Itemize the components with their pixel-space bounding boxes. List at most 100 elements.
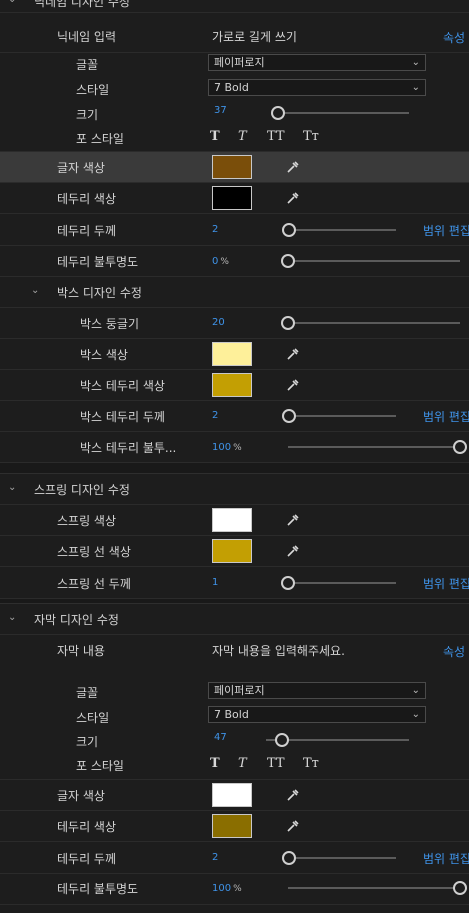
range-edit-link[interactable]: 범위 편집 (423, 222, 469, 239)
border-width-slider-handle[interactable] (282, 851, 296, 865)
box-border-width-slider-handle[interactable] (282, 409, 296, 423)
spring-line-width-slider-track[interactable] (286, 582, 396, 584)
box-border-opacity-label: 박스 테두리 불투... (80, 441, 177, 455)
smallcaps-style-button[interactable]: Tт (303, 756, 319, 771)
eyedropper-icon[interactable] (286, 191, 300, 205)
chevron-down-icon: ⌄ (411, 57, 420, 68)
eyedropper-icon[interactable] (286, 378, 300, 392)
style-select[interactable]: 7 Bold ⌄ (208, 706, 426, 723)
box-color-label: 박스 색상 (80, 348, 128, 362)
border-color-swatch[interactable] (212, 814, 252, 838)
nickname-section-title: 닉네임 디자인 수정 (34, 0, 130, 9)
font-select[interactable]: 페이퍼로지 ⌄ (208, 54, 426, 71)
eyedropper-icon[interactable] (286, 544, 300, 558)
spring-line-width-label: 스프링 선 두께 (57, 577, 131, 591)
range-edit-link[interactable]: 범위 편집 (423, 408, 469, 425)
range-edit-link[interactable]: 범위 편집 (423, 850, 469, 867)
caption-content-label: 자막 내용 (57, 644, 105, 658)
box-color-swatch[interactable] (212, 342, 252, 366)
box-section-header[interactable]: ⌄ 박스 디자인 수정 (0, 277, 469, 308)
chevron-down-icon[interactable]: ⌄ (8, 482, 16, 493)
eyedropper-icon[interactable] (286, 819, 300, 833)
bold-style-button[interactable]: T (210, 756, 220, 771)
nickname-input-field[interactable]: 가로로 길게 쓰기 (212, 28, 297, 45)
caption-content-field[interactable]: 자막 내용을 입력해주세요. (212, 642, 345, 659)
eyedropper-icon[interactable] (286, 160, 300, 174)
box-radius-slider-track[interactable] (286, 322, 460, 324)
border-opacity-value[interactable]: 100% (212, 883, 242, 894)
chevron-down-icon[interactable]: ⌄ (31, 285, 39, 296)
border-color-swatch[interactable] (212, 186, 252, 210)
box-radius-label: 박스 둥글기 (80, 317, 140, 331)
allcaps-style-button[interactable]: TT (267, 756, 285, 771)
border-opacity-slider-handle[interactable] (281, 254, 295, 268)
box-border-opacity-value[interactable]: 100% (212, 442, 242, 453)
size-slider-handle[interactable] (275, 733, 289, 747)
style-label: 스타일 (76, 711, 110, 725)
caption-text-color-row: 글자 색상 (0, 780, 469, 811)
box-radius-row: 박스 둥글기 20 (0, 308, 469, 339)
box-color-row: 박스 색상 (0, 339, 469, 370)
box-border-width-label: 박스 테두리 두께 (80, 410, 165, 424)
section-divider (0, 463, 469, 474)
size-value[interactable]: 47 (214, 732, 227, 743)
box-border-opacity-slider-track[interactable] (288, 446, 458, 448)
nickname-section-header[interactable]: ⌄ 닉네임 디자인 수정 (0, 0, 469, 13)
bold-style-button[interactable]: T (210, 129, 220, 144)
border-width-slider-track[interactable] (286, 229, 396, 231)
range-edit-link[interactable]: 범위 편집 (423, 575, 469, 592)
spring-line-color-label: 스프링 선 색상 (57, 545, 131, 559)
caption-border-color-row: 테두리 색상 (0, 811, 469, 842)
caption-border-opacity-row: 테두리 불투명도 100% (0, 874, 469, 905)
chevron-down-icon[interactable]: ⌄ (8, 612, 16, 623)
size-slider-track[interactable] (272, 112, 409, 114)
chevron-down-icon: ⌄ (411, 685, 420, 696)
box-border-width-value[interactable]: 2 (212, 410, 218, 421)
nickname-attr-link[interactable]: 속성 (443, 29, 465, 46)
box-border-color-swatch[interactable] (212, 373, 252, 397)
border-color-label: 테두리 색상 (57, 192, 117, 206)
spring-line-color-swatch[interactable] (212, 539, 252, 563)
border-opacity-slider-track[interactable] (286, 260, 460, 262)
border-width-label: 테두리 두께 (57, 224, 117, 238)
spring-line-width-value[interactable]: 1 (212, 577, 218, 588)
box-border-color-row: 박스 테두리 색상 (0, 370, 469, 401)
chevron-down-icon[interactable]: ⌄ (8, 0, 16, 5)
text-color-swatch[interactable] (212, 155, 252, 179)
size-value[interactable]: 37 (214, 105, 227, 116)
spring-color-swatch[interactable] (212, 508, 252, 532)
smallcaps-style-button[interactable]: Tт (303, 129, 319, 144)
caption-attr-link[interactable]: 속성 (443, 643, 465, 660)
caption-section-header[interactable]: ⌄ 자막 디자인 수정 (0, 604, 469, 635)
border-width-slider-handle[interactable] (282, 223, 296, 237)
box-radius-slider-handle[interactable] (281, 316, 295, 330)
border-width-value[interactable]: 2 (212, 224, 218, 235)
border-opacity-slider-handle[interactable] (453, 881, 467, 895)
box-border-opacity-slider-handle[interactable] (453, 440, 467, 454)
spring-section-header[interactable]: ⌄ 스프링 디자인 수정 (0, 474, 469, 505)
nickname-font-group: 글꼴 페이퍼로지 ⌄ 스타일 7 Bold ⌄ 크기 37 포 스타일 T T … (0, 52, 469, 152)
box-border-width-slider-track[interactable] (286, 415, 396, 417)
size-slider-handle[interactable] (271, 106, 285, 120)
caption-font-group: 글꼴 페이퍼로지 ⌄ 스타일 7 Bold ⌄ 크기 47 포 스타일 T T … (0, 676, 469, 780)
eyedropper-icon[interactable] (286, 788, 300, 802)
fontstyle-label: 포 스타일 (76, 759, 124, 773)
style-select[interactable]: 7 Bold ⌄ (208, 79, 426, 96)
italic-style-button[interactable]: T (238, 756, 247, 771)
eyedropper-icon[interactable] (286, 347, 300, 361)
text-color-swatch[interactable] (212, 783, 252, 807)
font-select[interactable]: 페이퍼로지 ⌄ (208, 682, 426, 699)
border-width-slider-track[interactable] (286, 857, 396, 859)
allcaps-style-button[interactable]: TT (267, 129, 285, 144)
box-radius-value[interactable]: 20 (212, 317, 225, 328)
caption-border-width-row: 테두리 두께 2 범위 편집 (0, 842, 469, 874)
border-width-value[interactable]: 2 (212, 852, 218, 863)
border-width-label: 테두리 두께 (57, 852, 117, 866)
eyedropper-icon[interactable] (286, 513, 300, 527)
border-opacity-value[interactable]: 0% (212, 256, 229, 267)
font-select-value: 페이퍼로지 (214, 56, 265, 69)
nickname-input-label: 닉네임 입력 (57, 30, 117, 44)
spring-line-width-slider-handle[interactable] (281, 576, 295, 590)
border-opacity-slider-track[interactable] (288, 887, 458, 889)
italic-style-button[interactable]: T (238, 129, 247, 144)
